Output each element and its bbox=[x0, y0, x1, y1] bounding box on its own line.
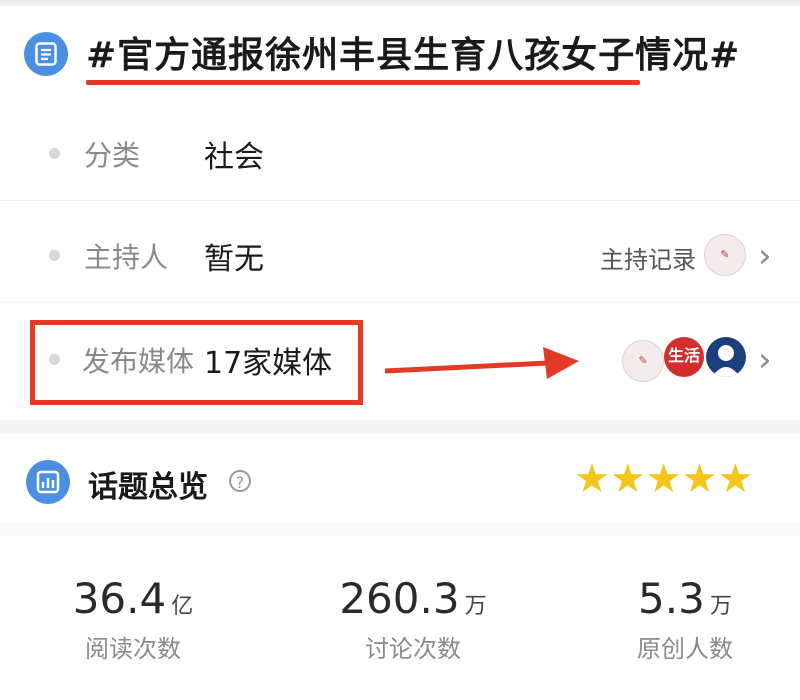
row-divider bbox=[0, 200, 800, 201]
media-avatar-life-text: 生活 bbox=[667, 346, 700, 365]
chevron-right-icon[interactable]: › bbox=[758, 340, 772, 380]
topic-title[interactable]: #官方通报徐州丰县生育八孩女子情况# bbox=[86, 26, 740, 78]
media-label: 发布媒体 bbox=[82, 345, 195, 378]
section-gap bbox=[0, 420, 800, 434]
media-value[interactable]: 17家媒体 bbox=[204, 338, 332, 382]
stat-reads: 36.4 亿 阅读次数 bbox=[0, 574, 266, 664]
chart-icon bbox=[26, 460, 70, 504]
stat-caption: 讨论次数 bbox=[365, 635, 461, 663]
stat-value: 5.3 bbox=[638, 574, 705, 623]
host-record-link[interactable]: 主持记录 bbox=[600, 240, 696, 275]
section-band bbox=[0, 522, 800, 536]
category-label: 分类 bbox=[84, 139, 141, 172]
stat-unit: 亿 bbox=[171, 594, 194, 619]
stat-caption: 原创人数 bbox=[637, 635, 733, 663]
star-icon: ★ bbox=[645, 456, 682, 502]
row-bullet bbox=[49, 250, 60, 261]
star-icon: ★ bbox=[609, 456, 646, 502]
arrow-icon bbox=[384, 347, 579, 379]
host-label: 主持人 bbox=[84, 241, 169, 274]
media-avatar-figure[interactable] bbox=[706, 337, 746, 377]
stat-value: 36.4 bbox=[72, 574, 167, 623]
media-avatar-life[interactable]: 生活 bbox=[664, 337, 704, 377]
stat-unit: 万 bbox=[709, 594, 732, 619]
help-icon[interactable]: ? bbox=[229, 470, 251, 492]
chevron-right-icon[interactable]: › bbox=[758, 236, 772, 276]
row-bullet bbox=[49, 354, 60, 365]
star-icon: ★ bbox=[717, 456, 754, 502]
top-divider bbox=[0, 0, 800, 6]
media-avatar-newspaper[interactable]: ✎ bbox=[622, 340, 664, 382]
row-bullet bbox=[49, 148, 60, 159]
row-divider bbox=[0, 302, 800, 303]
stat-value: 260.3 bbox=[339, 574, 460, 623]
stat-caption: 阅读次数 bbox=[85, 635, 181, 663]
rating-stars: ★★★★★ bbox=[574, 456, 753, 502]
overview-title: 话题总览 bbox=[88, 470, 208, 505]
title-underline bbox=[86, 80, 640, 85]
host-value: 暂无 bbox=[204, 242, 264, 277]
star-icon: ★ bbox=[574, 456, 610, 502]
stat-discussions: 260.3 万 讨论次数 bbox=[280, 574, 546, 664]
star-icon: ★ bbox=[681, 456, 718, 502]
stat-unit: 万 bbox=[464, 594, 487, 619]
category-value: 社会 bbox=[204, 140, 264, 175]
media-avatar-newspaper: ✎ bbox=[704, 234, 746, 276]
document-icon bbox=[24, 32, 68, 76]
stat-originals: 5.3 万 原创人数 bbox=[552, 574, 800, 664]
